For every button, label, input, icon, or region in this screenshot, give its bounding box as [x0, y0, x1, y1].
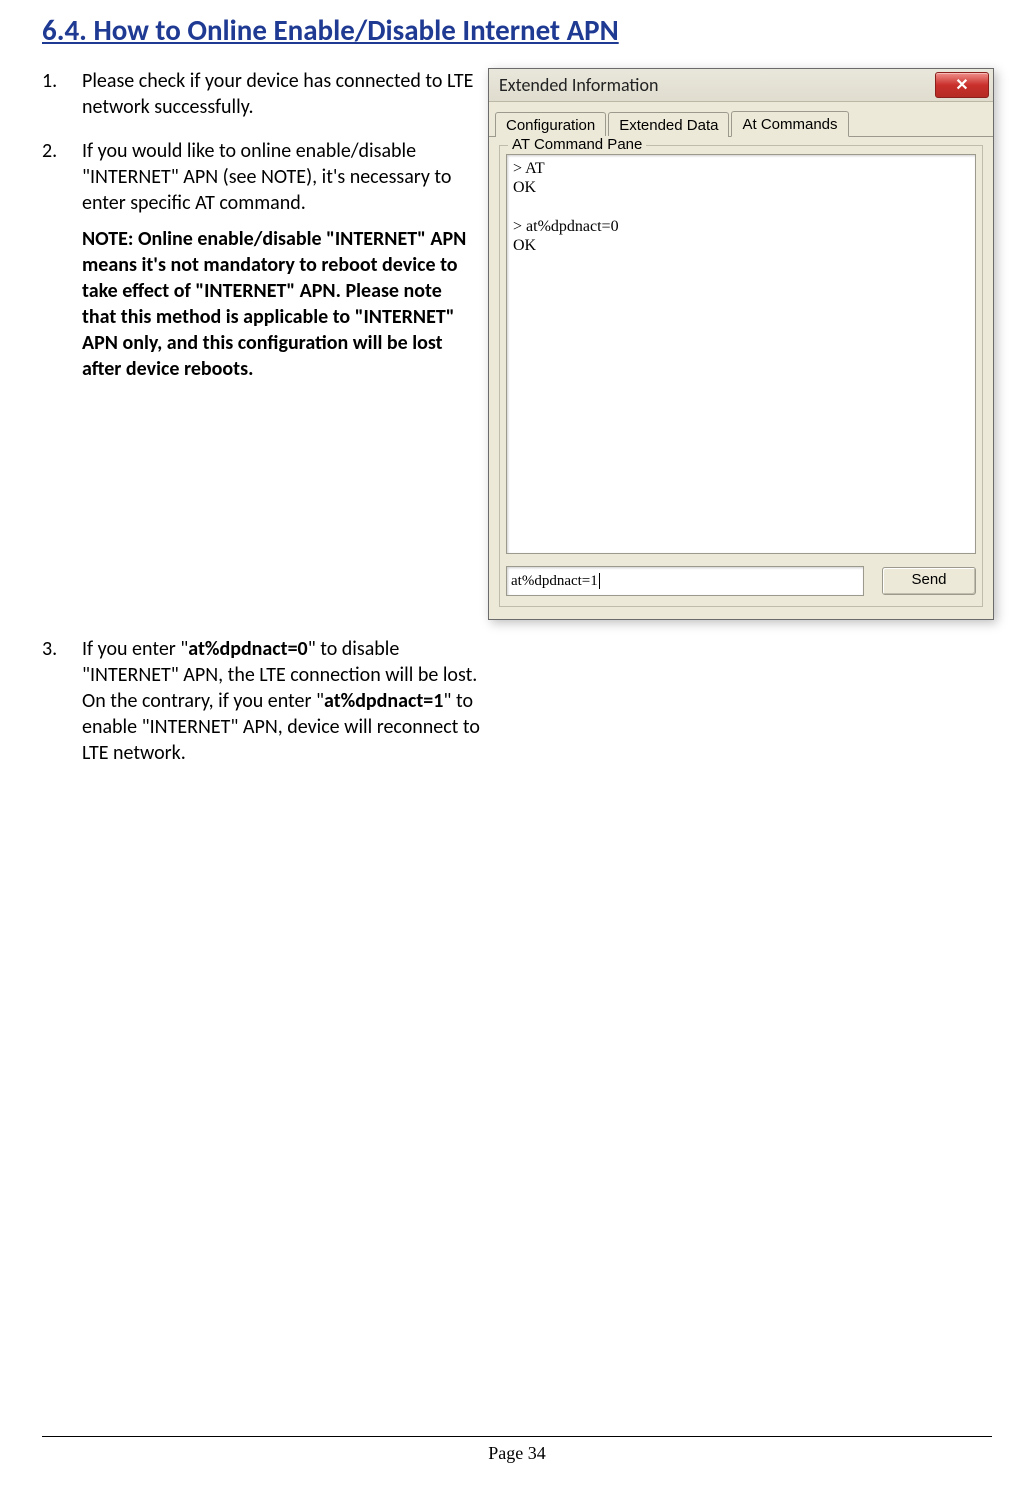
document-page: 6.4. How to Online Enable/Disable Intern… — [0, 0, 1034, 1492]
instruction-column: 1. Please check if your device has conne… — [42, 68, 480, 620]
list-item: 2. If you would like to online enable/di… — [42, 138, 480, 382]
tab-at-commands[interactable]: At Commands — [731, 111, 848, 137]
item-text: Please check if your device has connecte… — [82, 68, 480, 120]
command-input-value: at%dpdnact=1 — [511, 573, 598, 590]
at-command-pane: AT Command Pane > AT OK > at%dpdnact=0 O… — [499, 145, 983, 607]
item-number: 2. — [42, 138, 82, 382]
item-number: 3. — [42, 636, 82, 766]
close-icon: ✕ — [955, 75, 968, 95]
extended-info-dialog: Extended Information ✕ Configuration Ext… — [488, 68, 994, 620]
list-item: 1. Please check if your device has conne… — [42, 68, 480, 120]
tab-panel: AT Command Pane > AT OK > at%dpdnact=0 O… — [489, 137, 993, 619]
send-button[interactable]: Send — [882, 567, 976, 595]
content-row: 1. Please check if your device has conne… — [42, 68, 992, 620]
item-text: If you would like to online enable/disab… — [82, 138, 480, 382]
dialog-title: Extended Information — [499, 74, 658, 96]
input-row: at%dpdnact=1 Send — [506, 566, 976, 596]
dialog-titlebar: Extended Information ✕ — [489, 69, 993, 102]
instruction-list-cont: 3. If you enter "at%dpdnact=0" to disabl… — [42, 636, 480, 766]
instruction-list: 1. Please check if your device has conne… — [42, 68, 480, 382]
tab-configuration[interactable]: Configuration — [495, 112, 606, 137]
page-footer: Page 34 — [42, 1436, 992, 1464]
page-number: Page 34 — [488, 1443, 546, 1463]
tab-extended-data[interactable]: Extended Data — [608, 112, 729, 137]
item-text: If you enter "at%dpdnact=0" to disable "… — [82, 636, 480, 766]
note-text: NOTE: Online enable/disable "INTERNET" A… — [82, 226, 480, 382]
tab-strip: Configuration Extended Data At Commands — [489, 102, 993, 137]
list-item: 3. If you enter "at%dpdnact=0" to disabl… — [42, 636, 480, 766]
cmd-enable: at%dpdnact=1 — [324, 689, 443, 713]
seg-pre: If you enter " — [82, 637, 188, 661]
section-heading: 6.4. How to Online Enable/Disable Intern… — [42, 12, 992, 48]
item-body: If you would like to online enable/disab… — [82, 139, 451, 215]
instruction-continued: 3. If you enter "at%dpdnact=0" to disabl… — [42, 636, 480, 766]
command-input[interactable]: at%dpdnact=1 — [506, 566, 864, 596]
group-label: AT Command Pane — [508, 136, 646, 153]
console-output[interactable]: > AT OK > at%dpdnact=0 OK — [506, 154, 976, 554]
close-button[interactable]: ✕ — [935, 72, 989, 98]
screenshot-column: Extended Information ✕ Configuration Ext… — [488, 68, 992, 620]
cmd-disable: at%dpdnact=0 — [188, 637, 307, 661]
text-caret-icon — [599, 573, 600, 589]
item-number: 1. — [42, 68, 82, 120]
